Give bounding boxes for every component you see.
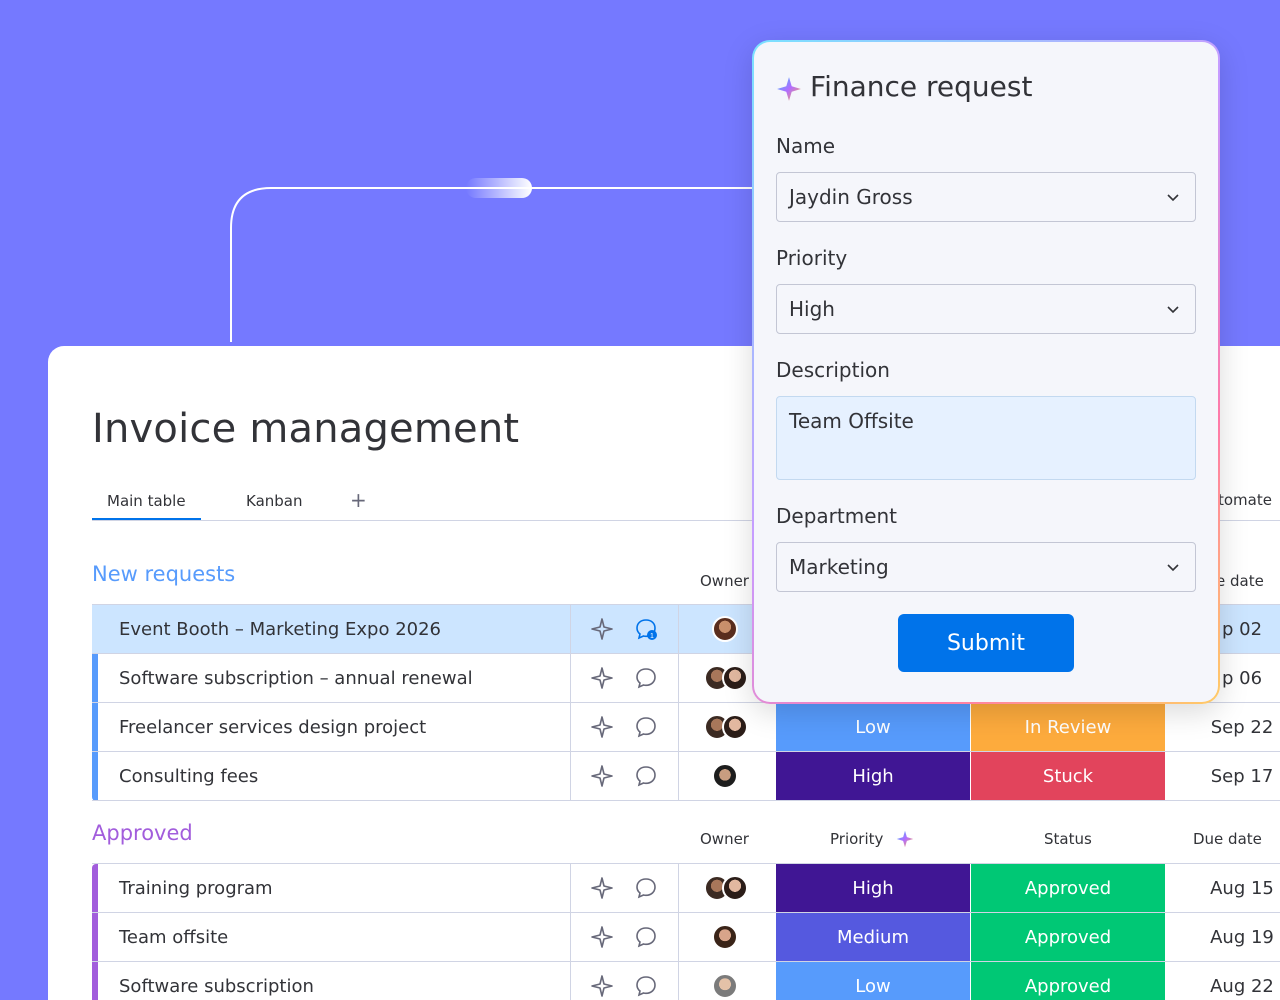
column-header-due-date: e date xyxy=(1216,572,1264,590)
ai-sparkle-icon[interactable] xyxy=(590,764,614,788)
item-name[interactable]: Event Booth – Marketing Expo 2026 xyxy=(119,605,569,653)
name-value: Jaydin Gross xyxy=(789,185,913,209)
avatar xyxy=(712,616,738,642)
avatar xyxy=(722,875,748,901)
due-date[interactable]: Aug 19 xyxy=(1182,913,1280,961)
name-label: Name xyxy=(776,134,836,158)
svg-text:1: 1 xyxy=(650,633,654,640)
ai-sparkle-icon[interactable] xyxy=(590,876,614,900)
ai-sparkle-icon[interactable] xyxy=(590,666,614,690)
comment-icon[interactable] xyxy=(634,876,658,900)
comment-icon[interactable] xyxy=(634,974,658,998)
item-name[interactable]: Freelancer services design project xyxy=(119,703,569,751)
priority-pill[interactable]: Low xyxy=(776,962,970,1000)
page-title: Invoice management xyxy=(92,406,520,452)
chevron-down-icon xyxy=(1167,564,1179,572)
priority-value: High xyxy=(789,297,835,321)
due-date[interactable]: Sep 17 xyxy=(1182,752,1280,800)
priority-pill[interactable]: High xyxy=(776,864,970,912)
owner-cell[interactable] xyxy=(692,760,762,792)
table-row[interactable]: Team offsite Medium Approved Aug 19 xyxy=(92,913,1280,962)
item-name[interactable]: Software subscription – annual renewal xyxy=(119,654,569,702)
description-label: Description xyxy=(776,358,890,382)
priority-pill[interactable]: Low xyxy=(776,703,970,751)
avatar xyxy=(712,763,738,789)
item-name[interactable]: Consulting fees xyxy=(119,752,569,800)
priority-pill[interactable]: Medium xyxy=(776,913,970,961)
avatar xyxy=(712,924,738,950)
owner-cell[interactable] xyxy=(692,711,762,743)
submit-button[interactable]: Submit xyxy=(898,614,1074,672)
group-title-new-requests[interactable]: New requests xyxy=(92,562,235,586)
name-select[interactable]: Jaydin Gross xyxy=(776,172,1196,222)
column-header-due-date: Due date xyxy=(1193,830,1262,848)
ai-sparkle-icon xyxy=(777,77,801,101)
owner-cell[interactable] xyxy=(692,921,762,953)
due-date[interactable]: Aug 15 xyxy=(1182,864,1280,912)
column-header-owner: Owner xyxy=(700,572,749,590)
status-pill[interactable]: Approved xyxy=(971,864,1165,912)
ai-sparkle-icon[interactable] xyxy=(590,925,614,949)
ai-sparkle-icon[interactable] xyxy=(590,715,614,739)
form-title: Finance request xyxy=(810,70,1033,103)
tab-kanban[interactable]: Kanban xyxy=(246,492,303,510)
column-header-owner: Owner xyxy=(700,830,749,848)
chevron-down-icon xyxy=(1167,194,1179,202)
comment-icon[interactable] xyxy=(634,764,658,788)
comment-icon[interactable] xyxy=(634,925,658,949)
group-title-approved[interactable]: Approved xyxy=(92,821,193,845)
status-pill[interactable]: Approved xyxy=(971,962,1165,1000)
owner-cell[interactable] xyxy=(692,970,762,1000)
item-name[interactable]: Software subscription xyxy=(119,962,569,1000)
description-textarea[interactable]: Team Offsite xyxy=(776,396,1196,480)
avatar xyxy=(722,665,748,691)
chevron-down-icon xyxy=(1167,306,1179,314)
department-label: Department xyxy=(776,504,898,528)
owner-cell[interactable] xyxy=(692,872,762,904)
table-row[interactable]: Software subscription Low Approved Aug 2… xyxy=(92,962,1280,1000)
automate-button[interactable]: tomate xyxy=(1218,491,1272,509)
priority-select[interactable]: High xyxy=(776,284,1196,334)
status-pill[interactable]: Approved xyxy=(971,913,1165,961)
department-value: Marketing xyxy=(789,555,889,579)
ai-sparkle-icon[interactable] xyxy=(896,830,914,848)
avatar xyxy=(722,714,748,740)
comment-icon[interactable]: 1 xyxy=(634,617,658,641)
column-header-priority: Priority xyxy=(830,830,884,848)
due-date[interactable]: Aug 22 xyxy=(1182,962,1280,1000)
status-pill[interactable]: In Review xyxy=(971,703,1165,751)
table-row[interactable]: Training program High Approved Aug 15 xyxy=(92,864,1280,913)
item-name[interactable]: Training program xyxy=(119,864,569,912)
status-pill[interactable]: Stuck xyxy=(971,752,1165,800)
add-tab-button[interactable]: + xyxy=(350,488,367,512)
comment-icon[interactable] xyxy=(634,666,658,690)
ai-sparkle-icon[interactable] xyxy=(590,974,614,998)
finance-request-form: Finance request Name Jaydin Gross Priori… xyxy=(752,40,1220,704)
ai-sparkle-icon[interactable] xyxy=(590,617,614,641)
priority-label: Priority xyxy=(776,246,848,270)
priority-pill[interactable]: High xyxy=(776,752,970,800)
item-name[interactable]: Team offsite xyxy=(119,913,569,961)
comment-icon[interactable] xyxy=(634,715,658,739)
group-approved: Training program High Approved Aug 15 Te… xyxy=(92,863,1280,1000)
department-select[interactable]: Marketing xyxy=(776,542,1196,592)
column-header-status: Status xyxy=(1044,830,1092,848)
due-date[interactable]: Sep 22 xyxy=(1182,703,1280,751)
table-row[interactable]: Consulting fees High Stuck Sep 17 xyxy=(92,752,1280,801)
table-row[interactable]: Freelancer services design project Low I… xyxy=(92,703,1280,752)
tab-main-table[interactable]: Main table xyxy=(92,492,201,520)
avatar xyxy=(712,973,738,999)
